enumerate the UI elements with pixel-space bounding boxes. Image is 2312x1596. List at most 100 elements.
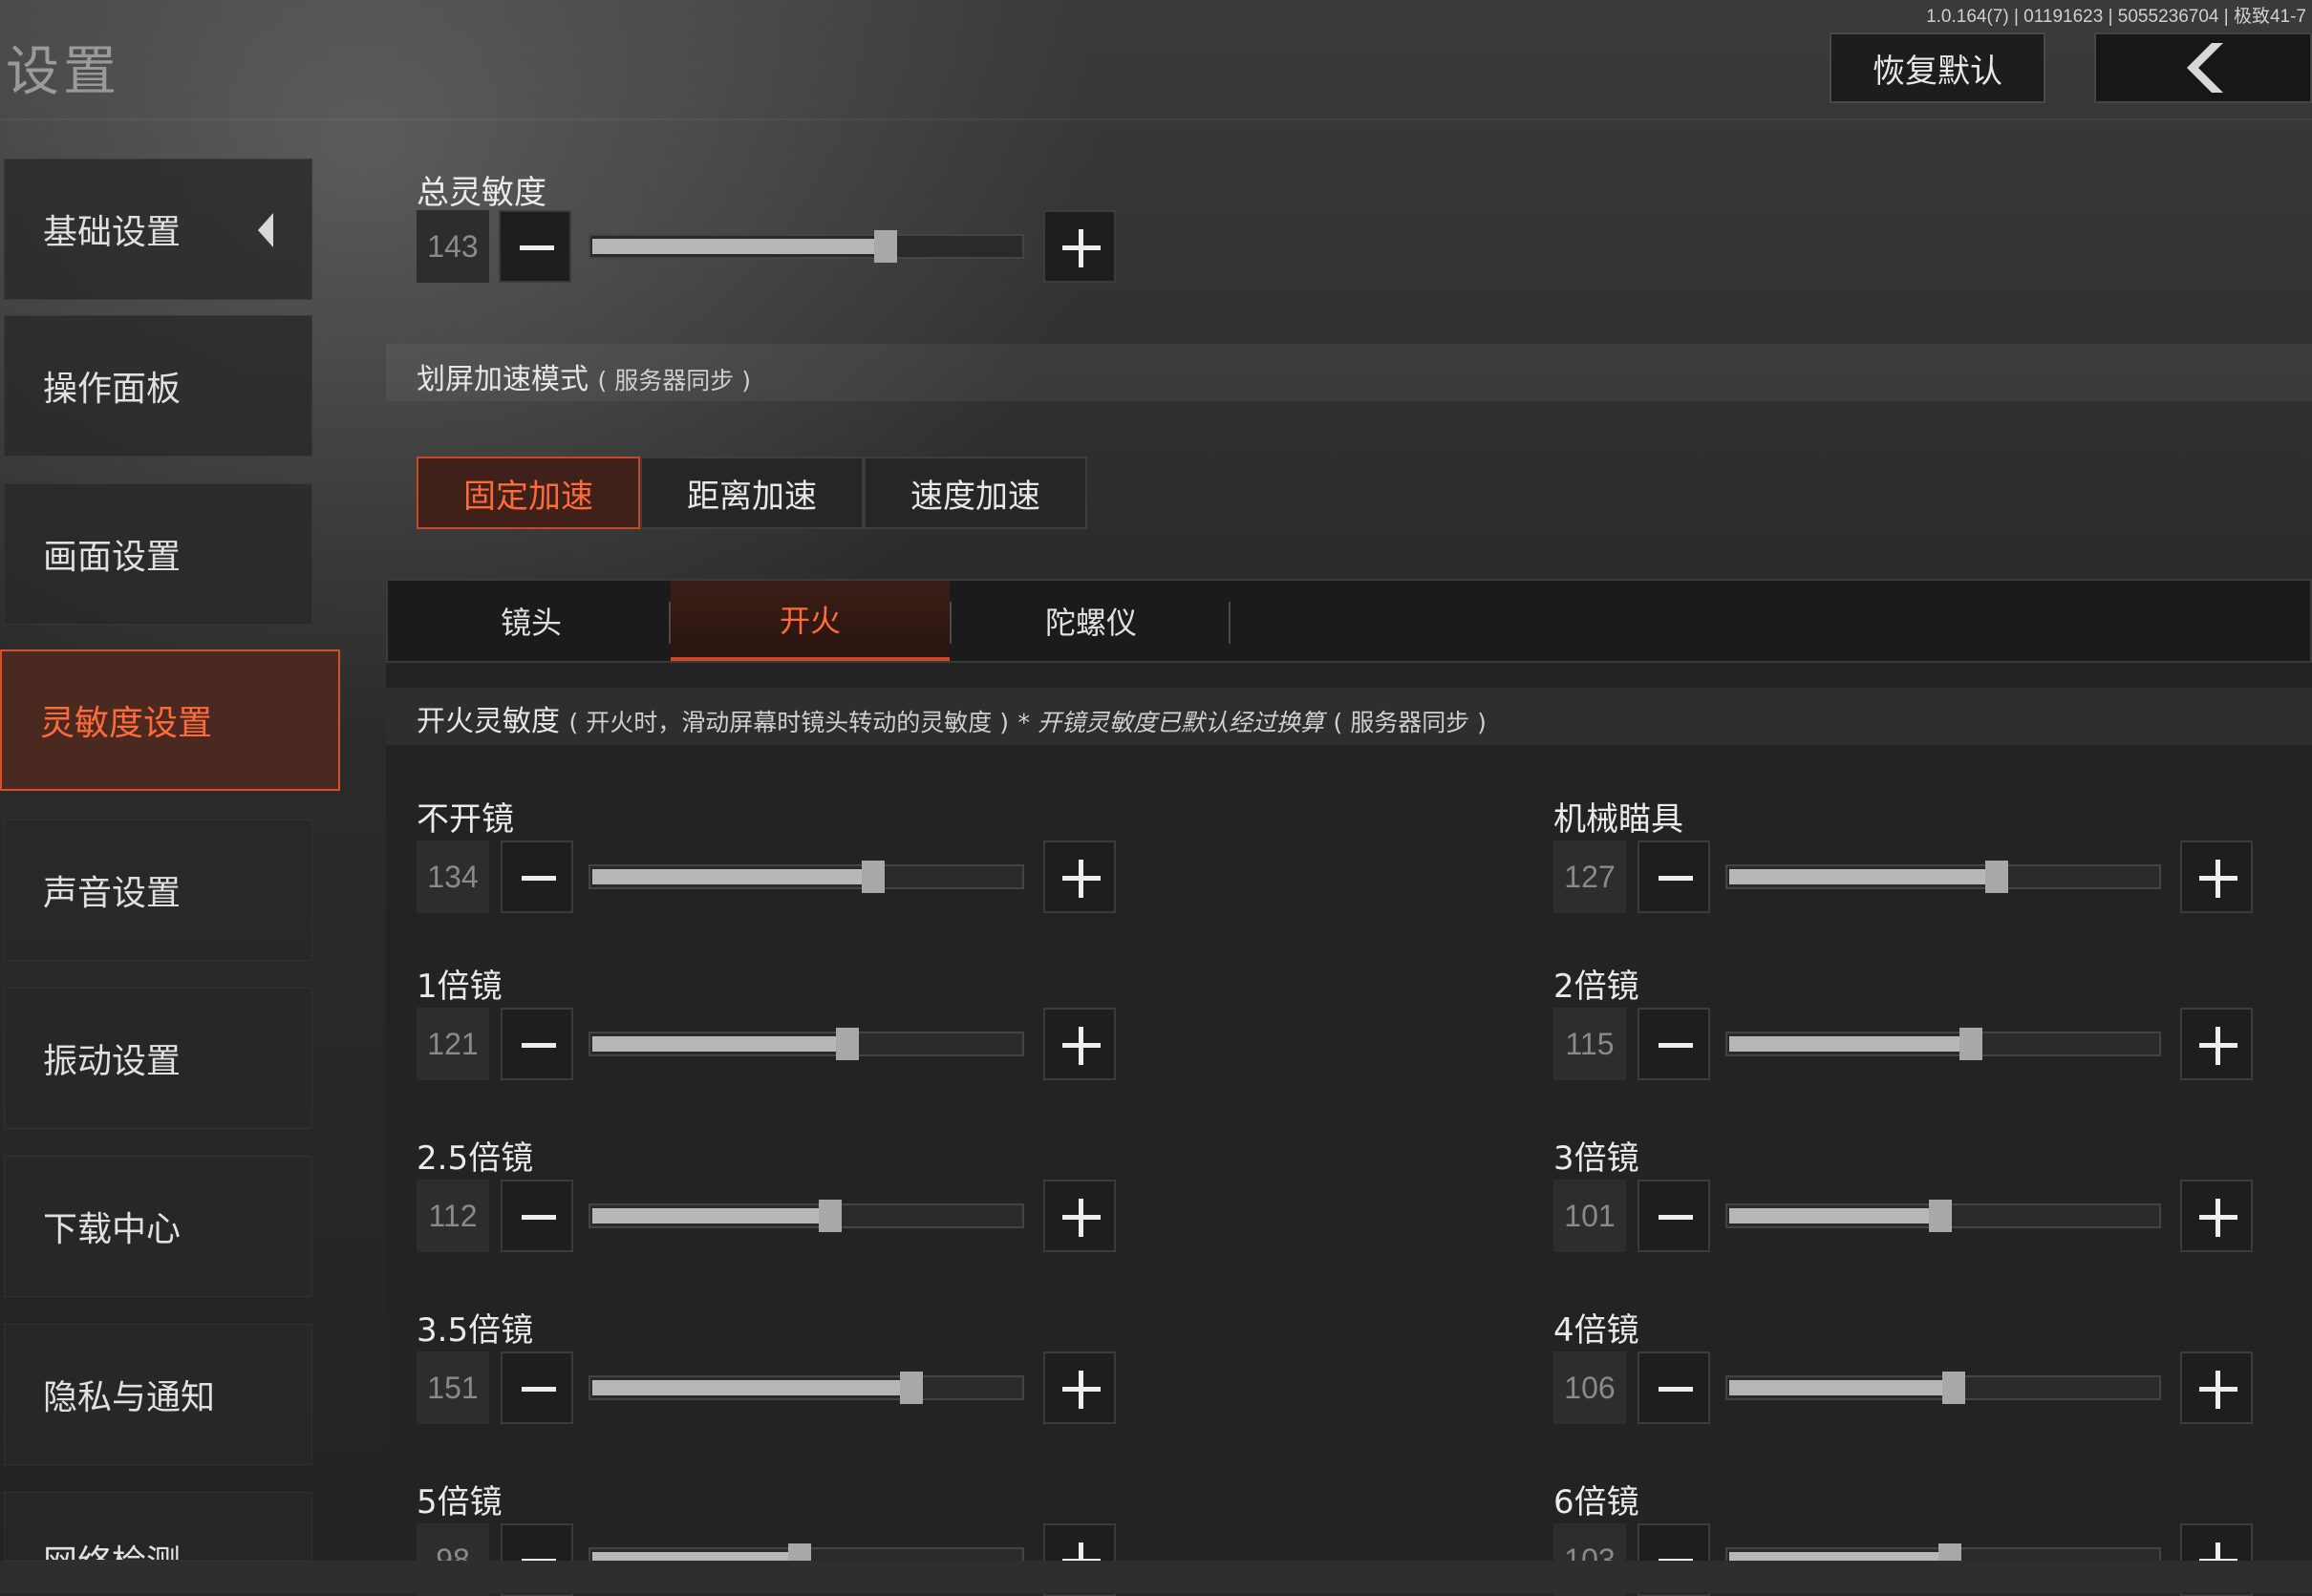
- slider-fill: [1729, 1036, 1972, 1052]
- mode-fixed-accel-button[interactable]: 固定加速: [417, 457, 640, 529]
- slider-thumb[interactable]: [1942, 1372, 1966, 1404]
- sidebar-item-sound[interactable]: 声音设置: [4, 819, 312, 961]
- slider-fill: [592, 1380, 912, 1395]
- scope-value: 101: [1553, 1180, 1626, 1252]
- scope-minus-button[interactable]: [501, 1351, 573, 1424]
- sidebar-item-label: 灵敏度设置: [40, 704, 213, 743]
- scope-minus-button[interactable]: [501, 1008, 573, 1080]
- swipe-mode-sync-note: ( 服务器同步 ): [597, 367, 751, 394]
- total-sensitivity-label: 总灵敏度: [417, 174, 546, 212]
- page-title: 设置: [6, 41, 120, 103]
- scope-slider[interactable]: [589, 1028, 1024, 1060]
- scope-plus-button[interactable]: [1043, 1180, 1116, 1252]
- slider-thumb[interactable]: [1985, 861, 2009, 893]
- scope-value: 121: [417, 1008, 489, 1080]
- scope-plus-button[interactable]: [2180, 841, 2253, 913]
- scope-slider[interactable]: [1725, 1200, 2161, 1232]
- scope-plus-button[interactable]: [2180, 1180, 2253, 1252]
- fire-section-note: * 开镜灵敏度已默认经过换算: [1017, 709, 1324, 736]
- scope-label: 机械瞄具: [1553, 800, 1683, 839]
- scope-plus-button[interactable]: [1043, 841, 1116, 913]
- tab-fire[interactable]: 开火: [671, 581, 950, 661]
- fire-sensitivity-panel: [386, 663, 2312, 1561]
- header-divider: [0, 118, 2312, 120]
- tab-camera[interactable]: 镜头: [392, 581, 671, 661]
- sidebar-item-vibration[interactable]: 振动设置: [4, 988, 312, 1129]
- scope-value: 134: [417, 841, 489, 913]
- total-plus-button[interactable]: [1043, 210, 1116, 283]
- sidebar-item-privacy[interactable]: 隐私与通知: [4, 1324, 312, 1465]
- slider-fill: [1729, 1380, 1955, 1395]
- scope-slider[interactable]: [589, 861, 1024, 893]
- sensitivity-tabs: 镜头 开火 陀螺仪: [386, 579, 2312, 663]
- chevron-left-icon: [258, 213, 273, 247]
- total-minus-button[interactable]: [499, 210, 571, 283]
- swipe-mode-title: 划屏加速模式 ( 服务器同步 ): [417, 355, 751, 397]
- slider-fill: [592, 1208, 830, 1224]
- scope-label: 3倍镜: [1553, 1139, 1639, 1178]
- scope-minus-button[interactable]: [501, 841, 573, 913]
- sidebar-item-label: 下载中心: [43, 1210, 182, 1249]
- swipe-mode-title-text: 划屏加速模式: [417, 363, 589, 396]
- scope-value: 151: [417, 1351, 489, 1424]
- bottom-bar: [0, 1561, 2312, 1593]
- fire-section-title: 开火灵敏度 ( 开火时，滑动屏幕时镜头转动的灵敏度 ) * 开镜灵敏度已默认经过…: [417, 697, 1487, 739]
- scope-value: 112: [417, 1180, 489, 1252]
- scope-slider[interactable]: [1725, 1372, 2161, 1404]
- total-slider[interactable]: [589, 230, 1024, 263]
- scope-label: 6倍镜: [1553, 1483, 1639, 1522]
- back-button[interactable]: [2094, 32, 2312, 103]
- scope-minus-button[interactable]: [501, 1180, 573, 1252]
- sidebar-item-download[interactable]: 下载中心: [4, 1156, 312, 1297]
- scope-slider[interactable]: [1725, 1028, 2161, 1060]
- restore-default-button[interactable]: 恢复默认: [1830, 32, 2045, 103]
- version-info: 1.0.164(7) | 01191623 | 5055236704 | 极致4…: [1926, 7, 2306, 27]
- fire-section-description: ( 开火时，滑动屏幕时镜头转动的灵敏度 ): [568, 709, 1009, 736]
- scope-minus-button[interactable]: [1638, 841, 1710, 913]
- scope-label: 1倍镜: [417, 968, 503, 1006]
- scope-label: 2倍镜: [1553, 968, 1639, 1006]
- sidebar-item-label: 隐私与通知: [43, 1378, 216, 1417]
- scope-plus-button[interactable]: [1043, 1008, 1116, 1080]
- total-sensitivity-value: 143: [417, 210, 489, 283]
- sidebar-item-graphics[interactable]: 画面设置: [4, 483, 312, 625]
- scope-label: 5倍镜: [417, 1483, 503, 1522]
- slider-fill: [592, 869, 873, 884]
- sidebar-item-control-panel[interactable]: 操作面板: [4, 315, 312, 457]
- sidebar-item-label: 画面设置: [43, 538, 182, 577]
- sidebar-item-sensitivity[interactable]: 灵敏度设置: [0, 649, 340, 791]
- slider-thumb[interactable]: [900, 1372, 924, 1404]
- slider-thumb[interactable]: [861, 861, 885, 893]
- scope-minus-button[interactable]: [1638, 1351, 1710, 1424]
- scope-label: 3.5倍镜: [417, 1311, 534, 1350]
- scope-slider[interactable]: [589, 1200, 1024, 1232]
- slider-thumb[interactable]: [818, 1200, 842, 1232]
- chevron-left-icon: [2187, 43, 2223, 93]
- mode-distance-accel-button[interactable]: 距离加速: [640, 457, 864, 529]
- scope-slider[interactable]: [1725, 861, 2161, 893]
- sidebar-item-network[interactable]: 网络检测: [4, 1492, 312, 1561]
- scope-plus-button[interactable]: [1043, 1351, 1116, 1424]
- sidebar-item-basic[interactable]: 基础设置: [4, 159, 312, 300]
- slider-thumb[interactable]: [874, 230, 898, 263]
- scope-value: 106: [1553, 1351, 1626, 1424]
- scope-plus-button[interactable]: [2180, 1351, 2253, 1424]
- scope-value: 127: [1553, 841, 1626, 913]
- tab-gyroscope[interactable]: 陀螺仪: [952, 581, 1231, 661]
- sidebar-item-label: 声音设置: [43, 874, 182, 913]
- scope-slider[interactable]: [589, 1372, 1024, 1404]
- scope-label: 2.5倍镜: [417, 1139, 534, 1178]
- mode-speed-accel-button[interactable]: 速度加速: [864, 457, 1087, 529]
- scope-minus-button[interactable]: [1638, 1008, 1710, 1080]
- slider-thumb[interactable]: [1959, 1028, 1983, 1060]
- scope-label: 4倍镜: [1553, 1311, 1639, 1350]
- scope-plus-button[interactable]: [2180, 1008, 2253, 1080]
- scope-minus-button[interactable]: [1638, 1180, 1710, 1252]
- slider-thumb[interactable]: [1929, 1200, 1953, 1232]
- slider-fill: [1729, 1208, 1941, 1224]
- slider-thumb[interactable]: [835, 1028, 859, 1060]
- slider-fill: [592, 239, 887, 254]
- fire-section-sync-note: ( 服务器同步 ): [1333, 709, 1487, 736]
- fire-section-title-text: 开火灵敏度: [417, 705, 560, 738]
- scope-label: 不开镜: [417, 800, 514, 839]
